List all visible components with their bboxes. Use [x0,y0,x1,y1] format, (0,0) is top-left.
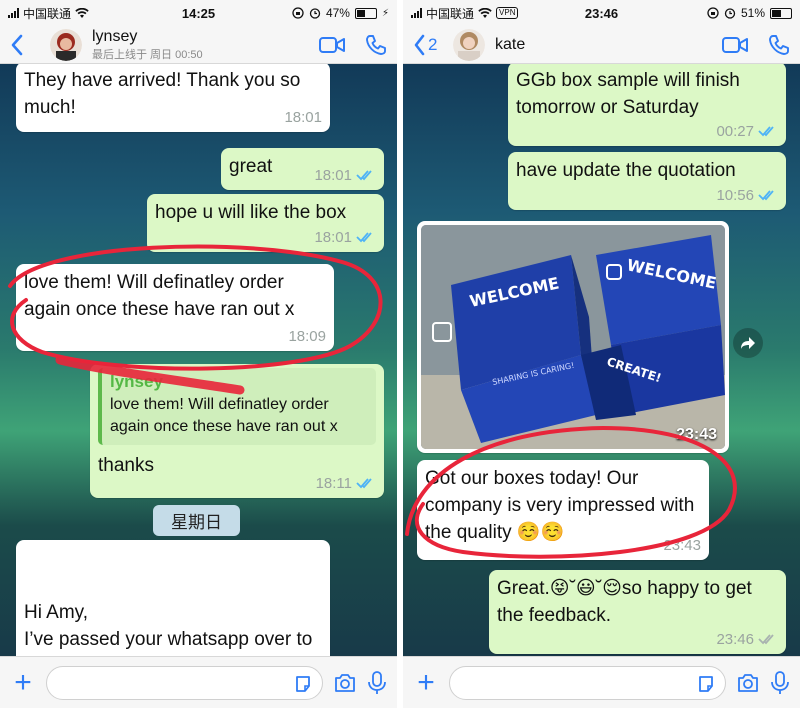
phone-call-icon[interactable] [365,34,387,56]
message-text: They have arrived! Thank you so much! [24,70,301,118]
phone-call-icon[interactable] [768,34,790,56]
double-tick-icon [356,478,372,489]
contact-name: kate [495,35,526,53]
message-time: 18:01 [284,108,322,126]
quoted-sender: lynsey [110,372,163,391]
double-tick-icon [758,634,774,645]
contact-info[interactable]: kate [495,36,722,54]
avatar[interactable] [453,28,485,61]
carrier-name: 中国联通 [23,6,72,21]
left-phone-screenshot: 中国联通 14:25 47% ⚡ lynsey 最后上线于 周日 00:50 T… [0,0,397,708]
message-input[interactable] [46,665,323,700]
message-time: 18:01 [314,166,352,184]
battery-icon [354,7,377,19]
signal-icon [411,8,422,18]
video-call-icon[interactable] [319,36,345,54]
wifi-icon [75,7,89,18]
message-time: 18:01 [314,228,352,246]
message-input-bar: + [403,656,800,708]
quoted-message[interactable]: lynsey love them! Will definatley order … [98,368,376,445]
forward-icon [741,337,755,349]
chat-area[interactable]: They have arrived! Thank you so much! 18… [0,64,397,656]
message-text: Got our boxes today! Our company is very… [425,468,695,543]
date-divider: 星期日 [153,505,240,536]
sticker-icon[interactable] [697,675,715,693]
message-incoming[interactable]: love them! Will definatley order again o… [16,264,334,351]
right-phone-screenshot: 中国联通 VPN 23:46 51% 2 kate GGb box sample… [403,0,800,708]
last-seen: 最后上线于 周日 00:50 [92,48,203,61]
message-text: hope u will like the box [155,202,347,223]
unread-count: 2 [428,35,438,54]
back-chevron-icon [11,34,23,55]
video-call-icon[interactable] [722,36,748,54]
back-button[interactable] [10,34,50,56]
carrier-name: 中国联通 [426,6,475,21]
alarm-icon [724,8,736,19]
plus-icon[interactable]: + [413,667,439,698]
sticker-icon[interactable] [294,675,312,693]
chat-header: 2 kate [403,26,800,64]
avatar[interactable] [50,28,82,61]
message-outgoing[interactable]: GGb box sample will finish tomorrow or S… [508,64,786,146]
message-text: Great.😝˘😃˘😌so happy to get the feedback. [497,578,752,626]
quoted-text: love them! Will definatley order again o… [110,395,338,436]
wifi-icon [478,7,492,18]
message-time: 10:56 [716,186,754,204]
message-time: 23:46 [716,630,754,648]
forward-button[interactable] [733,328,763,358]
camera-icon[interactable] [736,673,760,693]
double-tick-icon [356,232,372,243]
message-outgoing[interactable]: great 18:01 [221,148,384,190]
message-outgoing[interactable]: Great.😝˘😃˘😌so happy to get the feedback.… [489,570,786,654]
back-chevron-icon [414,34,425,55]
vpn-badge: VPN [496,7,519,19]
image-message[interactable]: WELCOME WELCOME CREATE! SHARING IS CARIN… [417,221,729,453]
microphone-icon[interactable] [367,670,387,695]
message-outgoing-reply[interactable]: lynsey love them! Will definatley order … [90,364,384,498]
double-tick-icon [758,126,774,137]
message-text: Hi Amy, I’ve passed your whatsapp over t… [24,601,313,656]
chat-header: lynsey 最后上线于 周日 00:50 [0,26,397,64]
message-text: have update the quotation [516,160,736,181]
message-outgoing[interactable]: have update the quotation 10:56 [508,152,786,210]
plus-icon[interactable]: + [10,667,36,698]
double-tick-icon [356,170,372,181]
camera-icon[interactable] [333,673,357,693]
signal-icon [8,8,19,18]
contact-name: lynsey [92,27,138,45]
message-input[interactable] [449,665,726,700]
message-incoming[interactable]: Got our boxes today! Our company is very… [417,460,709,560]
back-button[interactable]: 2 [413,34,453,56]
battery-percent: 51% [740,6,765,20]
message-time: 18:09 [288,327,326,345]
microphone-icon[interactable] [770,670,790,695]
battery-icon [770,7,792,19]
battery-fill [356,9,366,17]
status-bar: 中国联通 VPN 23:46 51% [403,0,800,26]
rotation-lock-icon [707,7,719,19]
message-outgoing[interactable]: hope u will like the box 18:01 [147,194,384,252]
image-time: 23:43 [676,426,717,443]
message-text: GGb box sample will finish tomorrow or S… [516,70,740,118]
alarm-icon [309,8,321,19]
message-time: 23:43 [663,536,701,554]
message-incoming[interactable]: They have arrived! Thank you so much! 18… [16,64,330,132]
message-incoming[interactable]: Hi Amy, I’ve passed your whatsapp over t… [16,540,330,656]
status-bar: 中国联通 14:25 47% ⚡ [0,0,397,26]
chat-area[interactable]: GGb box sample will finish tomorrow or S… [403,64,800,656]
message-time: 18:11 [315,474,352,492]
double-tick-icon [758,190,774,201]
message-time: 00:27 [716,122,754,140]
photo-blue-boxes[interactable]: WELCOME WELCOME CREATE! SHARING IS CARIN… [421,225,725,449]
battery-fill [772,9,782,17]
contact-info[interactable]: lynsey 最后上线于 周日 00:50 [92,28,319,62]
battery-percent: 47% [325,6,350,20]
photo-illustration: WELCOME WELCOME CREATE! SHARING IS CARIN… [421,225,725,449]
message-input-bar: + [0,656,397,708]
rotation-lock-icon [292,7,304,19]
message-text: love them! Will definatley order again o… [24,272,295,320]
